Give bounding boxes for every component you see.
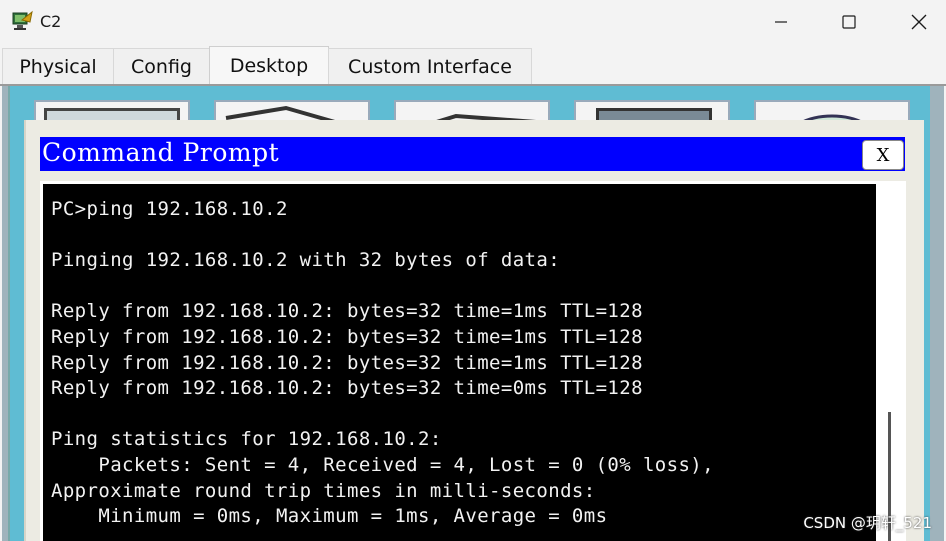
app-window: C2 Physical Config Desktop Custom Interf… — [0, 0, 946, 541]
console-line: Reply from 192.168.10.2: bytes=32 time=1… — [51, 325, 643, 348]
console-line: Reply from 192.168.10.2: bytes=32 time=1… — [51, 351, 643, 374]
console-line: Reply from 192.168.10.2: bytes=32 time=0… — [51, 377, 643, 400]
tab-bar: Physical Config Desktop Custom Interface — [0, 46, 946, 86]
close-button[interactable] — [896, 0, 942, 44]
console-line: Pinging 192.168.10.2 with 32 bytes of da… — [51, 249, 561, 272]
command-prompt-title-bar: Command Prompt X — [40, 137, 905, 171]
console-line: Ping statistics for 192.168.10.2: — [51, 428, 442, 451]
console-line: Approximate round trip times in milli-se… — [51, 479, 596, 502]
maximize-icon — [842, 15, 856, 29]
packet-tracer-pc-icon — [10, 10, 34, 32]
command-prompt-close-button[interactable]: X — [862, 140, 904, 170]
console-line: Packets: Sent = 4, Received = 4, Lost = … — [51, 453, 714, 476]
console-output[interactable]: PC>ping 192.168.10.2 Pinging 192.168.10.… — [43, 184, 876, 541]
maximize-button[interactable] — [826, 0, 872, 44]
minimize-icon — [775, 21, 787, 23]
tab-custom-interface[interactable]: Custom Interface — [328, 48, 532, 85]
minimize-button[interactable] — [758, 0, 804, 44]
command-prompt-title: Command Prompt — [42, 138, 280, 167]
console-line: PC>ping 192.168.10.2 — [51, 198, 288, 220]
console-container: PC>ping 192.168.10.2 Pinging 192.168.10.… — [40, 181, 906, 541]
watermark: CSDN @玥轩_521 — [803, 514, 932, 532]
console-scrollbar[interactable] — [876, 184, 903, 541]
title-bar: C2 — [0, 0, 946, 44]
tab-physical[interactable]: Physical — [2, 48, 114, 85]
console-text: PC>ping 192.168.10.2 Pinging 192.168.10.… — [51, 197, 714, 530]
close-icon — [911, 14, 927, 30]
tab-config[interactable]: Config — [113, 48, 210, 85]
console-line: Minimum = 0ms, Maximum = 1ms, Average = … — [51, 505, 608, 528]
tab-desktop[interactable]: Desktop — [209, 46, 329, 85]
window-title: C2 — [40, 12, 62, 31]
console-line: Reply from 192.168.10.2: bytes=32 time=1… — [51, 300, 643, 323]
